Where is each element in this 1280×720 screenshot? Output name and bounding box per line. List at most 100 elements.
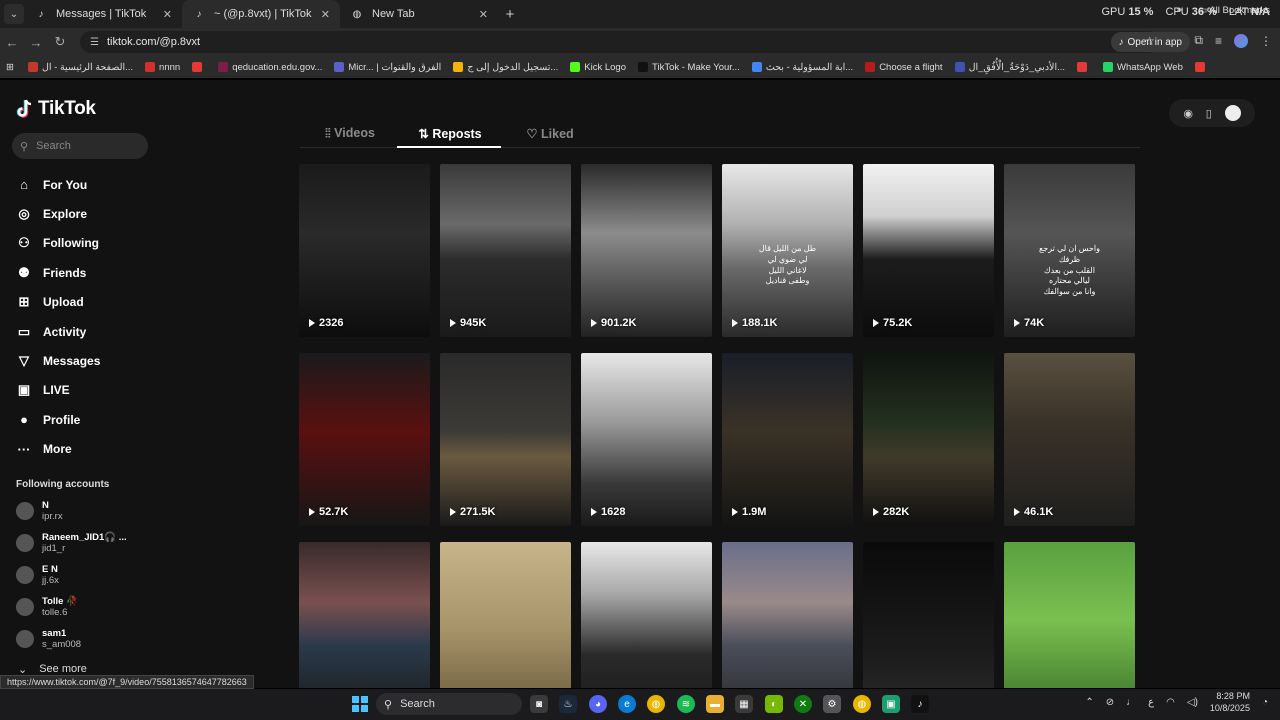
all-bookmarks-button[interactable]: ▭ All Bookmarks [1198,5,1270,16]
device-icon[interactable]: ▯ [1206,107,1212,120]
video-card[interactable]: 2326 [299,164,430,337]
nav-profile[interactable]: ● Profile [16,405,100,434]
video-card[interactable]: 75.2K [863,164,994,337]
tab-close-icon[interactable]: ✕ [163,8,172,21]
video-card[interactable] [581,542,712,688]
nav-live[interactable]: ▣ LIVE [16,376,100,405]
notification-bell-icon[interactable]: ◔ [1262,697,1268,708]
bookmark-item[interactable]: Micr... | الفرق والقنوات [334,62,441,73]
user-avatar-icon[interactable] [1224,105,1241,121]
microphone-icon[interactable]: ♩ [1126,697,1136,708]
bookmark-item[interactable] [192,62,206,72]
video-card[interactable]: 945K [440,164,571,337]
tab-close-icon[interactable]: ✕ [479,8,488,21]
camera-app-icon[interactable]: ◙ [530,695,548,713]
taskbar-search[interactable]: ⚲ Search [376,693,522,715]
video-card[interactable] [722,542,853,688]
forward-icon[interactable]: → [24,35,48,50]
settings-gear-icon[interactable]: ⚙ [823,695,841,713]
file-explorer-icon[interactable]: ▬ [706,695,724,713]
discord-icon[interactable]: ◕ [589,695,607,713]
tiktok-logo[interactable]: TikTok [16,98,96,120]
wifi-icon[interactable]: ◠ [1166,697,1175,708]
reload-icon[interactable]: ↻ [48,34,72,50]
bookmark-item[interactable]: nnnn [145,62,180,73]
following-account[interactable]: E Njj.6x [16,564,59,586]
edge-icon[interactable]: e [618,695,636,713]
following-account[interactable]: Nipr.rx [16,500,63,522]
profile-avatar-icon[interactable] [1234,33,1248,48]
following-account[interactable]: Tolle 🥀 tolle.6 [16,596,78,618]
video-card[interactable]: 282K [863,353,994,526]
video-card[interactable] [863,542,994,688]
video-card[interactable] [299,542,430,688]
app-icon[interactable]: ▣ [882,695,900,713]
tab-close-icon[interactable]: ✕ [321,8,330,21]
video-card[interactable]: 271.5K [440,353,571,526]
video-card[interactable]: 52.7K [299,353,430,526]
video-card[interactable]: 901.2K [581,164,712,337]
spotify-icon[interactable]: ≋ [677,695,695,713]
apps-grid-icon[interactable]: ⊞ [6,62,14,73]
bookmark-item[interactable]: Choose a flight [865,62,943,73]
tab-videos[interactable]: ⦙⦙ Videos [300,120,400,147]
chrome-icon[interactable]: ◍ [647,695,665,713]
bookmark-star-icon[interactable]: ☆ [1144,34,1155,48]
video-card[interactable]: 1628 [581,353,712,526]
bookmark-item[interactable]: تسجيل الدخول إلى ج... [453,62,558,73]
network-off-icon[interactable]: ⊘ [1106,697,1114,708]
browser-tab-1[interactable]: ♪ ~ (@p.8vxt) | TikTok ✕ [182,0,340,28]
bookmark-item[interactable]: ابة المسؤولية - بحث... [751,62,853,73]
clock[interactable]: 8:28 PM 10/8/2025 [1210,691,1250,714]
bookmark-item[interactable]: الصفحة الرئيسية - ال... [27,62,133,73]
video-card[interactable] [1004,542,1135,688]
nav-for-you[interactable]: ⌂ For You [16,170,100,199]
tab-liked[interactable]: ♡ Liked [500,120,600,147]
bookmark-item[interactable]: qeducation.edu.gov... [218,62,322,73]
new-tab-button[interactable]: + [498,6,522,23]
chevron-up-icon[interactable]: ⌃ [1085,697,1093,708]
menu-kebab-icon[interactable]: ⋮ [1260,34,1272,48]
following-account[interactable]: Raneem_JID1🎧 ... jid1_r [16,532,127,554]
xbox-icon[interactable]: ✕ [794,695,812,713]
nav-activity[interactable]: ▭ Activity [16,317,100,346]
chrome-active-icon[interactable]: ◍ [853,695,871,713]
video-card[interactable] [440,542,571,688]
nav-upload[interactable]: ⊞ Upload [16,288,100,317]
nvidia-icon[interactable]: ◐ [765,695,783,713]
bookmark-item[interactable]: الأدبي_دَوْحَةُ_الْأُفُقِ_ال... [954,62,1065,73]
bookmark-item[interactable]: WhatsApp Web [1103,62,1183,73]
coins-icon[interactable]: ◉ [1183,107,1193,120]
bookmarks-overflow-icon[interactable]: » [1176,4,1182,16]
tiktok-app-icon[interactable]: ♪ [911,695,929,713]
nav-explore[interactable]: ◎ Explore [16,199,100,228]
tab-reposts[interactable]: ⇅ Reposts [400,120,500,147]
media-controls-icon[interactable]: ≡ [1215,34,1222,48]
bookmark-item[interactable]: Kick Logo [570,62,626,73]
nav-following[interactable]: ⚇ Following [16,229,100,258]
video-card[interactable]: 46.1K [1004,353,1135,526]
tab-search-button[interactable]: ⌄ [4,4,24,24]
nav-more[interactable]: ··· More [16,435,100,464]
back-icon[interactable]: ← [0,35,24,50]
bookmark-item[interactable]: TikTok - Make Your... [638,62,740,73]
video-card[interactable]: واحس ان لي ترجع ظرفك القلب من بعدك ليالي… [1004,164,1135,337]
bookmark-item[interactable] [1077,62,1091,72]
extensions-icon[interactable]: ⧉ [1194,33,1203,48]
store-icon[interactable]: ▦ [735,695,753,713]
video-card[interactable]: 1.9M [722,353,853,526]
nav-messages[interactable]: ▽ Messages [16,346,100,375]
bookmark-item[interactable] [1194,62,1209,72]
following-account[interactable]: sam1 s_am008 [16,628,81,650]
volume-icon[interactable]: ◁) [1187,697,1198,708]
browser-tab-2[interactable]: ◍ New Tab ✕ [340,0,498,28]
language-indicator[interactable]: ع [1148,697,1154,708]
search-input[interactable]: ⚲ Search [12,133,148,159]
address-bar[interactable]: ☰ tiktok.com/@p.8vxt [80,31,1160,53]
nav-friends[interactable]: ⚉ Friends [16,258,100,287]
video-card[interactable]: طل من الليل قال لي ضوي لي لاغاني الليل و… [722,164,853,337]
browser-tab-0[interactable]: ♪ Messages | TikTok ✕ [24,0,182,28]
site-info-icon[interactable]: ☰ [90,37,99,48]
steam-icon[interactable]: ♨ [559,695,577,713]
windows-start-icon[interactable] [352,696,368,712]
